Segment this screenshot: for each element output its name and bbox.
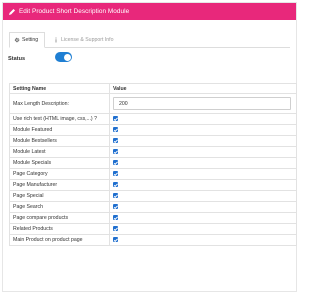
tab-setting-label: Setting	[22, 37, 39, 43]
max-length-label: Max Length Description:	[9, 93, 110, 114]
setting-name: Page Search	[9, 201, 110, 213]
tab-license-support[interactable]: License & Support Info	[49, 32, 119, 48]
table-row: Module Latest	[9, 146, 297, 158]
max-length-row: Max Length Description:	[9, 93, 297, 114]
setting-value-cell	[109, 223, 297, 235]
setting-checkbox[interactable]	[113, 149, 118, 155]
setting-checkbox[interactable]	[113, 215, 118, 221]
table-header-row: Setting Name Value	[9, 83, 297, 94]
panel-title: Edit Product Short Description Module	[19, 8, 130, 15]
panel-header: Edit Product Short Description Module	[3, 3, 296, 20]
toggle-knob	[63, 53, 71, 61]
table-row: Page Manufacturer	[9, 179, 297, 191]
status-label: Status	[8, 56, 26, 62]
setting-name: Page compare products	[9, 212, 110, 224]
tab-setting[interactable]: Setting	[9, 32, 45, 48]
settings-table: Setting Name Value Max Length Descriptio…	[9, 83, 297, 246]
setting-name: Page Manufacturer	[9, 179, 110, 191]
setting-checkbox[interactable]	[113, 204, 118, 210]
status-row: Status	[8, 52, 72, 62]
table-row: Page Special	[9, 190, 297, 202]
table-row: Module Featured	[9, 124, 297, 136]
tab-license-support-label: License & Support Info	[61, 37, 114, 43]
setting-value-cell	[109, 135, 297, 147]
setting-checkbox[interactable]	[113, 160, 118, 166]
setting-value-cell	[109, 146, 297, 158]
setting-name: Module Latest	[9, 146, 110, 158]
setting-checkbox[interactable]	[113, 127, 118, 133]
setting-name: Module Featured	[9, 124, 110, 136]
pencil-icon	[8, 8, 16, 16]
table-row: Use rich text (HTML image, css,...) ?	[9, 113, 297, 125]
setting-value-cell	[109, 201, 297, 213]
setting-name: Related Products	[9, 223, 110, 235]
setting-value-cell	[109, 113, 297, 125]
setting-name: Use rich text (HTML image, css,...) ?	[9, 113, 110, 125]
table-row: Page Category	[9, 168, 297, 180]
table-row: Related Products	[9, 223, 297, 235]
setting-checkbox[interactable]	[113, 171, 118, 177]
table-row: Page compare products	[9, 212, 297, 224]
gear-icon	[14, 37, 20, 43]
setting-name: Page Special	[9, 190, 110, 202]
setting-value-cell	[109, 124, 297, 136]
setting-value-cell	[109, 234, 297, 246]
tab-bar: Setting License & Support Info	[9, 32, 290, 48]
status-toggle[interactable]	[55, 52, 72, 62]
max-length-cell	[109, 93, 297, 114]
module-edit-panel: Edit Product Short Description Module Se…	[2, 2, 297, 292]
max-length-input[interactable]	[113, 97, 291, 110]
setting-value-cell	[109, 168, 297, 180]
table-row: Main Product on product page	[9, 234, 297, 246]
setting-checkbox[interactable]	[113, 237, 118, 243]
setting-checkbox[interactable]	[113, 226, 118, 232]
setting-value-cell	[109, 179, 297, 191]
column-header-value: Value	[109, 83, 297, 94]
column-header-setting-name: Setting Name	[9, 83, 110, 94]
setting-checkbox[interactable]	[113, 116, 118, 122]
setting-value-cell	[109, 157, 297, 169]
setting-name: Page Category	[9, 168, 110, 180]
table-row: Module Bestsellers	[9, 135, 297, 147]
setting-checkbox[interactable]	[113, 138, 118, 144]
setting-value-cell	[109, 190, 297, 202]
setting-name: Module Specials	[9, 157, 110, 169]
setting-checkbox[interactable]	[113, 182, 118, 188]
setting-value-cell	[109, 212, 297, 224]
table-row: Page Search	[9, 201, 297, 213]
table-row: Module Specials	[9, 157, 297, 169]
info-icon	[53, 37, 59, 43]
setting-name: Main Product on product page	[9, 234, 110, 246]
setting-checkbox[interactable]	[113, 193, 118, 199]
setting-name: Module Bestsellers	[9, 135, 110, 147]
